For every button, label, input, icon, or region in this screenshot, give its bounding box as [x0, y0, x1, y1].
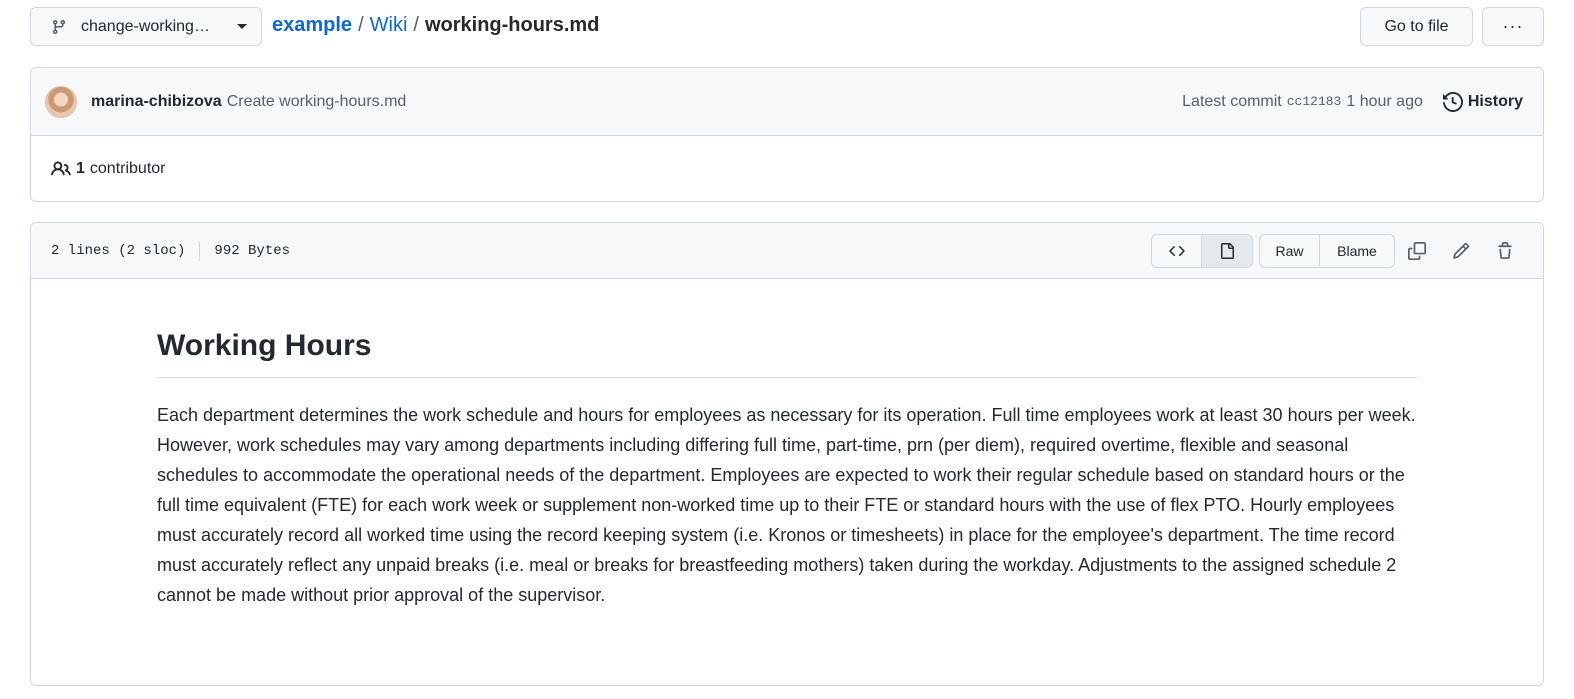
latest-commit-box: marina-chibizova Create working-hours.md…	[30, 67, 1544, 202]
copy-icon	[1408, 241, 1426, 260]
raw-blame-group: Raw Blame	[1259, 233, 1395, 268]
commit-time: 1 hour ago	[1346, 92, 1423, 110]
history-link[interactable]: History	[1442, 91, 1523, 112]
trash-icon	[1498, 241, 1512, 259]
file-viewer: 2 lines (2 sloc) 992 Bytes Raw Blame Wor…	[30, 222, 1544, 686]
breadcrumb-folder-link[interactable]: Wiki	[370, 14, 408, 37]
code-icon	[1168, 245, 1185, 256]
file-size: 992 Bytes	[214, 242, 291, 259]
branch-selector-button[interactable]: change-working…	[30, 7, 262, 46]
divider	[199, 240, 201, 261]
file-icon	[1221, 242, 1234, 259]
markdown-body: Working Hours Each department determines…	[31, 279, 1543, 610]
edit-button[interactable]	[1439, 234, 1483, 268]
file-nav-bar: change-working… example / Wiki / working…	[30, 7, 1544, 46]
file-line-count: 2 lines (2 sloc)	[51, 242, 186, 259]
git-branch-icon	[51, 19, 67, 35]
raw-button[interactable]: Raw	[1260, 234, 1320, 267]
file-header: 2 lines (2 sloc) 992 Bytes Raw Blame	[31, 223, 1543, 279]
commit-author-link[interactable]: marina-chibizova	[91, 93, 222, 111]
breadcrumb: example / Wiki / working-hours.md	[272, 14, 599, 37]
pencil-icon	[1453, 242, 1469, 259]
file-info: 2 lines (2 sloc) 992 Bytes	[51, 240, 291, 261]
source-view-button[interactable]	[1152, 234, 1202, 267]
people-icon	[51, 159, 71, 179]
contributors-row[interactable]: 1 contributor	[31, 136, 1543, 201]
breadcrumb-current-file: working-hours.md	[424, 14, 600, 36]
avatar[interactable]	[45, 85, 77, 118]
markdown-paragraph: Each department determines the work sche…	[157, 404, 1416, 605]
history-label: History	[1467, 92, 1523, 110]
commit-message-link[interactable]: Create working-hours.md	[227, 93, 407, 111]
contributor-count: 1	[76, 160, 85, 177]
chevron-down-icon	[237, 24, 247, 29]
markdown-heading: Working Hours	[157, 327, 1417, 378]
latest-commit-label: Latest commit	[1182, 92, 1282, 110]
view-toggle	[1151, 233, 1253, 268]
breadcrumb-repo-link[interactable]: example	[272, 14, 352, 37]
copy-button[interactable]	[1395, 234, 1439, 268]
delete-button[interactable]	[1483, 234, 1527, 268]
breadcrumb-separator: /	[413, 14, 419, 36]
branch-name: change-working…	[81, 17, 210, 35]
blame-button[interactable]: Blame	[1320, 235, 1394, 267]
more-options-button[interactable]: ···	[1482, 7, 1544, 46]
contributor-label: contributor	[89, 160, 166, 177]
breadcrumb-separator: /	[358, 14, 364, 36]
commit-header: marina-chibizova Create working-hours.md…	[31, 68, 1543, 136]
commit-sha-link[interactable]: cc12183	[1287, 94, 1342, 109]
history-icon	[1442, 91, 1463, 112]
go-to-file-button[interactable]: Go to file	[1360, 7, 1473, 46]
rendered-view-button[interactable]	[1202, 234, 1252, 267]
